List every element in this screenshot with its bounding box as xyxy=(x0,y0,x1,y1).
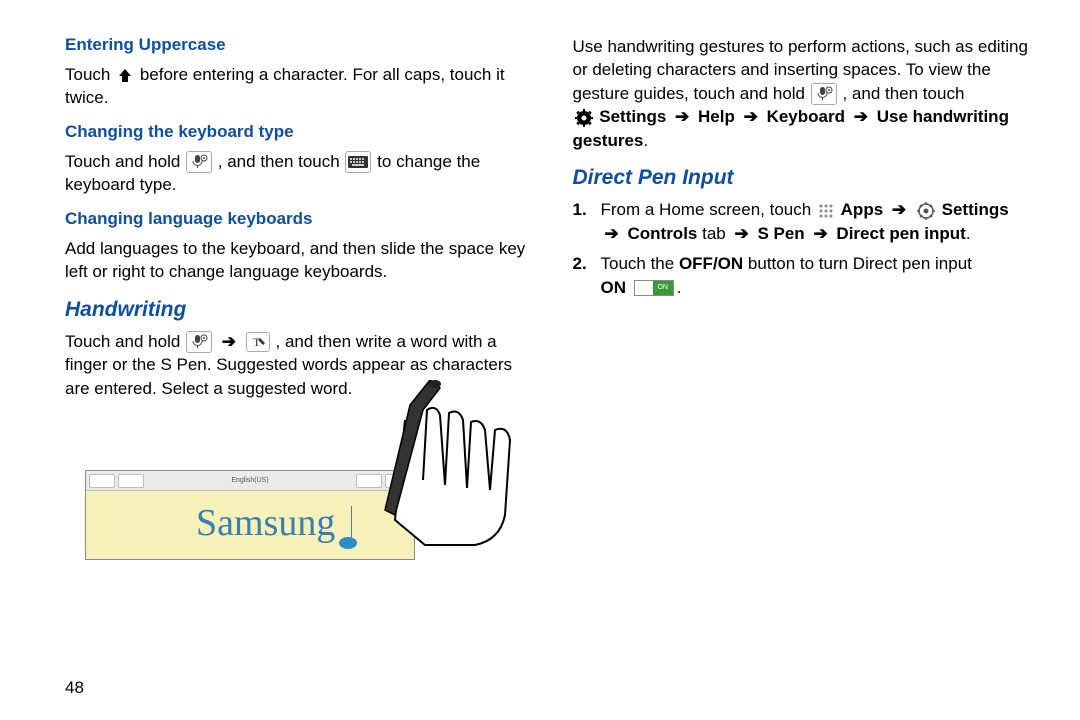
hand-with-pen-icon xyxy=(335,380,545,560)
gear-outline-icon xyxy=(916,201,936,221)
para-uppercase: Touch before entering a character. For a… xyxy=(65,63,528,110)
gear-icon xyxy=(574,108,594,128)
mic-gear-icon xyxy=(811,83,837,105)
shift-icon xyxy=(116,67,134,85)
step-2: Touch the OFF/ON button to turn Direct p… xyxy=(573,252,1036,300)
toggle-on-icon: ON xyxy=(634,280,674,296)
para-lang-keyboards: Add languages to the keyboard, and then … xyxy=(65,237,528,284)
label-on: ON xyxy=(601,278,627,297)
heading-uppercase: Entering Uppercase xyxy=(65,35,528,55)
label-controls: Controls xyxy=(627,224,697,243)
handwriting-figure: English(US) Samsung xyxy=(85,430,465,570)
toggle-knob: ON xyxy=(653,281,673,295)
mic-gear-icon xyxy=(186,151,212,173)
right-column: Use handwriting gestures to perform acti… xyxy=(573,35,1036,690)
para-gestures: Use handwriting gestures to perform acti… xyxy=(573,35,1036,152)
handwriting-sample-text: Samsung xyxy=(196,501,335,545)
path-keyboard: Keyboard xyxy=(767,107,845,126)
label-direct-pen-input: Direct pen input xyxy=(836,224,965,243)
arrow-icon: ➔ xyxy=(813,222,827,246)
heading-handwriting: Handwriting xyxy=(65,298,528,322)
page-number: 48 xyxy=(65,678,84,698)
arrow-icon: ➔ xyxy=(222,330,236,353)
steps-list: From a Home screen, touch Apps ➔ xyxy=(573,198,1036,299)
mic-gear-icon xyxy=(186,331,212,353)
arrow-icon: ➔ xyxy=(744,105,758,128)
hw-key xyxy=(118,474,144,488)
arrow-icon: ➔ xyxy=(892,198,906,222)
heading-direct-pen: Direct Pen Input xyxy=(573,166,1036,190)
step-1: From a Home screen, touch Apps ➔ xyxy=(573,198,1036,246)
arrow-icon: ➔ xyxy=(675,105,689,128)
svg-text:T: T xyxy=(253,335,261,349)
label-settings: Settings xyxy=(942,200,1009,219)
arrow-icon: ➔ xyxy=(734,222,748,246)
label-off-on: OFF/ON xyxy=(679,254,743,273)
heading-lang-keyboards: Changing language keyboards xyxy=(65,209,528,229)
label-apps: Apps xyxy=(841,200,884,219)
keyboard-icon xyxy=(345,151,371,173)
pen-t-icon: T xyxy=(246,332,270,352)
path-help: Help xyxy=(698,107,735,126)
hw-key xyxy=(89,474,115,488)
heading-keyboard-type: Changing the keyboard type xyxy=(65,122,528,142)
arrow-icon: ➔ xyxy=(605,222,619,246)
path-settings: Settings xyxy=(599,107,666,126)
left-column: Entering Uppercase Touch before entering… xyxy=(65,35,528,690)
para-keyboard-type: Touch and hold , and then touch xyxy=(65,150,528,197)
arrow-icon: ➔ xyxy=(854,105,868,128)
label-spen: S Pen xyxy=(757,224,804,243)
apps-grid-icon xyxy=(817,202,835,220)
handwriting-language: English(US) xyxy=(231,477,268,484)
